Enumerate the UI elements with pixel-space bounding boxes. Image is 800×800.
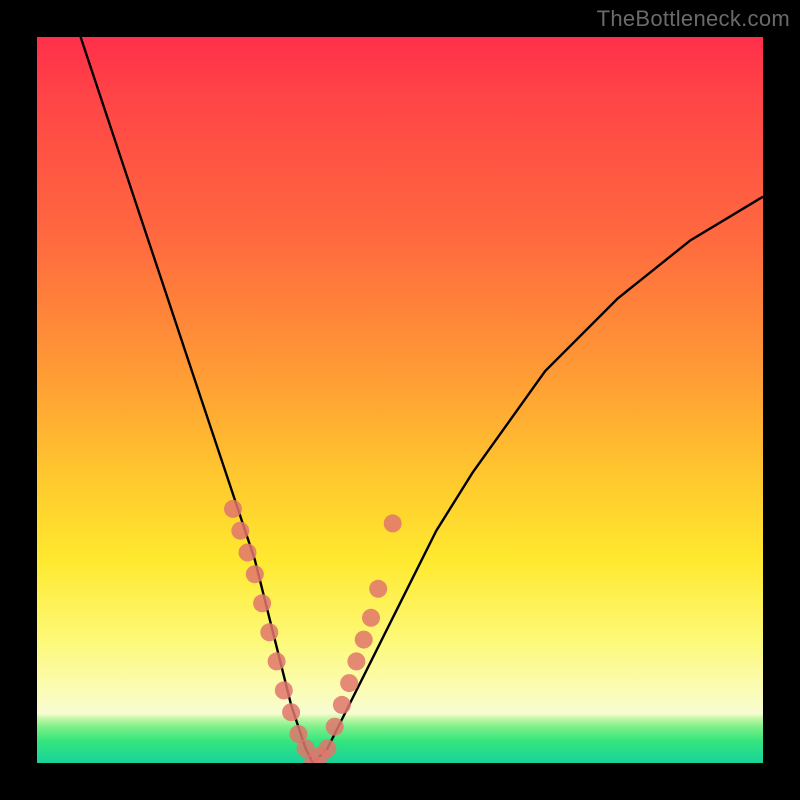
curve-marker [239, 544, 257, 562]
curve-marker [246, 565, 264, 583]
curve-marker [347, 652, 365, 670]
chart-frame: TheBottleneck.com [0, 0, 800, 800]
curve-marker [362, 609, 380, 627]
curve-marker [253, 594, 271, 612]
curve-marker [326, 718, 344, 736]
bottleneck-curve [81, 37, 763, 763]
curve-marker [282, 703, 300, 721]
curve-marker [333, 696, 351, 714]
curve-group [81, 37, 763, 763]
marker-group [224, 500, 402, 763]
watermark-text: TheBottleneck.com [597, 6, 790, 32]
curve-marker [231, 522, 249, 540]
curve-marker [260, 623, 278, 641]
plot-area [37, 37, 763, 763]
curve-marker [340, 674, 358, 692]
curve-marker [318, 740, 336, 758]
curve-marker [369, 580, 387, 598]
curve-marker [224, 500, 242, 518]
bottleneck-curve-svg [37, 37, 763, 763]
curve-marker [384, 514, 402, 532]
curve-marker [268, 652, 286, 670]
curve-marker [275, 681, 293, 699]
curve-marker [355, 631, 373, 649]
